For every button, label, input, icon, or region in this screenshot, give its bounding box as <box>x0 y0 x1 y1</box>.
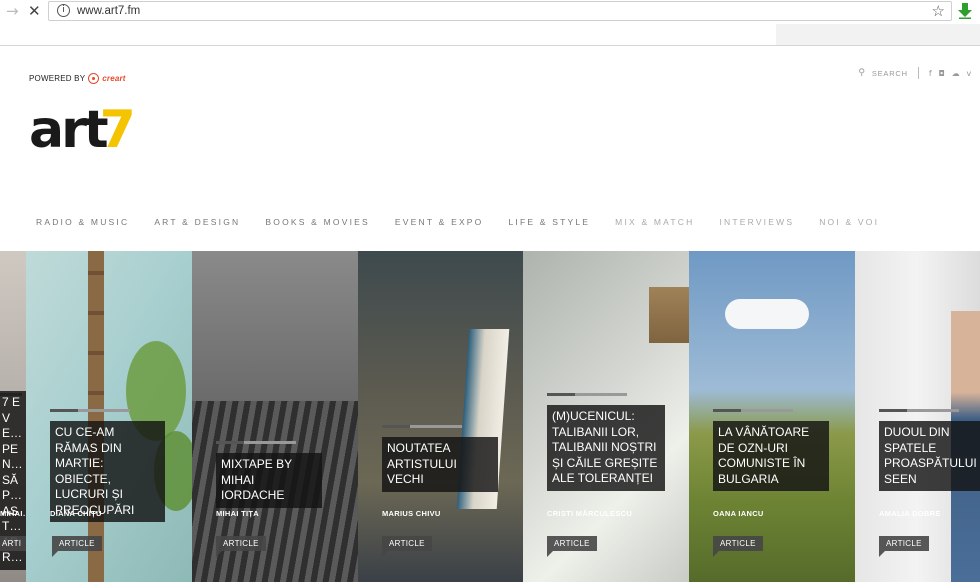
address-bar[interactable]: i www.art7.fm ☆ <box>48 1 952 21</box>
search-link[interactable]: SEARCH <box>872 69 908 78</box>
article-tile[interactable]: LA VÂNĂTOARE DE OZN-URI COMUNISTE ÎN BUL… <box>689 251 855 582</box>
article-tile[interactable]: MIXTAPE BY MIHAI IORDACHE MIHAI TIȚA ART… <box>192 251 358 582</box>
tile-accent-bar <box>879 409 959 412</box>
menu-interviews[interactable]: INTERVIEWS <box>719 217 794 227</box>
article-tile[interactable]: 7 EVE… PEN… SĂP… AST… APR… MIHAI… ARTI <box>0 251 26 582</box>
logo-text: art <box>29 100 109 160</box>
tile-accent-bar <box>547 393 627 396</box>
article-author[interactable]: MARIUS CHIVU <box>382 509 441 518</box>
site-logo[interactable]: art7 <box>29 100 136 160</box>
article-title[interactable]: CU CE-AM RĂMAS DIN MARTIE: OBIECTE, LUCR… <box>50 421 165 522</box>
article-author[interactable]: AMALIA DOBRE <box>879 509 941 518</box>
wood-block <box>649 287 689 343</box>
article-tile[interactable]: (M)UCENICUL: TALIBANII LOR, TALIBANII NO… <box>523 251 689 582</box>
tile-photo-top <box>192 251 358 401</box>
article-badge[interactable]: ARTICLE <box>713 536 763 557</box>
article-author[interactable]: DIANA CHIȚU <box>50 509 102 518</box>
info-icon[interactable]: i <box>57 4 70 17</box>
menu-event-expo[interactable]: EVENT & EXPO <box>395 217 484 227</box>
tile-accent-bar <box>50 409 130 412</box>
article-tile[interactable]: DUOUL DIN SPATELE PROASPĂTULUI SEEN AMAL… <box>855 251 980 582</box>
article-badge[interactable]: ARTICLE <box>382 536 432 557</box>
article-title[interactable]: NOUTATEA ARTISTULUI VECHI <box>382 437 498 492</box>
article-tile[interactable]: CU CE-AM RĂMAS DIN MARTIE: OBIECTE, LUCR… <box>26 251 192 582</box>
facebook-icon[interactable]: f <box>929 69 933 78</box>
header-divider <box>917 67 919 79</box>
main-menu: RADIO & MUSIC ART & DESIGN BOOKS & MOVIE… <box>36 217 904 227</box>
creart-brand: creart <box>102 74 126 83</box>
header-tools: ⚲ SEARCH f ◘ ☁ v <box>858 67 972 79</box>
article-title[interactable]: DUOUL DIN SPATELE PROASPĂTULUI SEEN <box>879 421 980 491</box>
menu-noi-voi[interactable]: NOI & VOI <box>819 217 879 227</box>
vimeo-icon[interactable]: v <box>966 69 972 78</box>
url-text[interactable]: www.art7.fm <box>77 5 140 17</box>
close-icon[interactable]: ✕ <box>28 3 41 19</box>
article-badge[interactable]: ARTICLE <box>216 536 266 557</box>
creart-target-icon <box>88 73 100 84</box>
logo-accent: 7 <box>99 100 136 160</box>
article-title[interactable]: (M)UCENICUL: TALIBANII LOR, TALIBANII NO… <box>547 405 665 491</box>
article-title[interactable]: LA VÂNĂTOARE DE OZN-URI COMUNISTE ÎN BUL… <box>713 421 829 491</box>
bookmark-star-icon[interactable]: ☆ <box>932 2 945 20</box>
tile-accent-bar <box>382 425 462 428</box>
article-author[interactable]: OANA IANCU <box>713 509 764 518</box>
article-title[interactable]: MIXTAPE BY MIHAI IORDACHE <box>216 453 322 508</box>
instagram-icon[interactable]: ◘ <box>939 69 946 78</box>
powered-by[interactable]: POWERED BY creart <box>29 73 126 84</box>
article-badge[interactable]: ARTI <box>0 536 26 551</box>
cloud-shape <box>725 299 809 329</box>
menu-books-movies[interactable]: BOOKS & MOVIES <box>265 217 370 227</box>
toolbar-divider <box>0 45 980 46</box>
palm-illustration <box>88 251 192 582</box>
menu-life-style[interactable]: LIFE & STYLE <box>509 217 591 227</box>
tile-accent-bar <box>713 409 793 412</box>
powered-by-label: POWERED BY <box>29 74 86 83</box>
tile-accent-bar <box>216 441 296 444</box>
browser-toolbar: → ✕ i www.art7.fm ☆ <box>0 0 980 24</box>
article-carousel: 7 EVE… PEN… SĂP… AST… APR… MIHAI… ARTI C… <box>0 251 980 582</box>
article-badge[interactable]: ARTICLE <box>547 536 597 557</box>
article-author[interactable]: CRISTI MĂRCULESCU <box>547 509 632 518</box>
article-badge[interactable]: ARTICLE <box>52 536 102 557</box>
soundcloud-icon[interactable]: ☁ <box>952 69 961 78</box>
article-badge[interactable]: ARTICLE <box>879 536 929 557</box>
toolbar-strip <box>776 24 980 45</box>
menu-radio-music[interactable]: RADIO & MUSIC <box>36 217 129 227</box>
forward-arrow-icon[interactable]: → <box>6 3 19 19</box>
search-icon[interactable]: ⚲ <box>858 68 865 78</box>
article-author[interactable]: MIHAI TIȚA <box>216 509 259 518</box>
download-arrow-icon[interactable] <box>958 3 972 19</box>
article-author[interactable]: MIHAI… <box>0 509 26 518</box>
article-tile[interactable]: NOUTATEA ARTISTULUI VECHI MARIUS CHIVU A… <box>358 251 523 582</box>
menu-mix-match[interactable]: MIX & MATCH <box>615 217 694 227</box>
menu-art-design[interactable]: ART & DESIGN <box>154 217 240 227</box>
